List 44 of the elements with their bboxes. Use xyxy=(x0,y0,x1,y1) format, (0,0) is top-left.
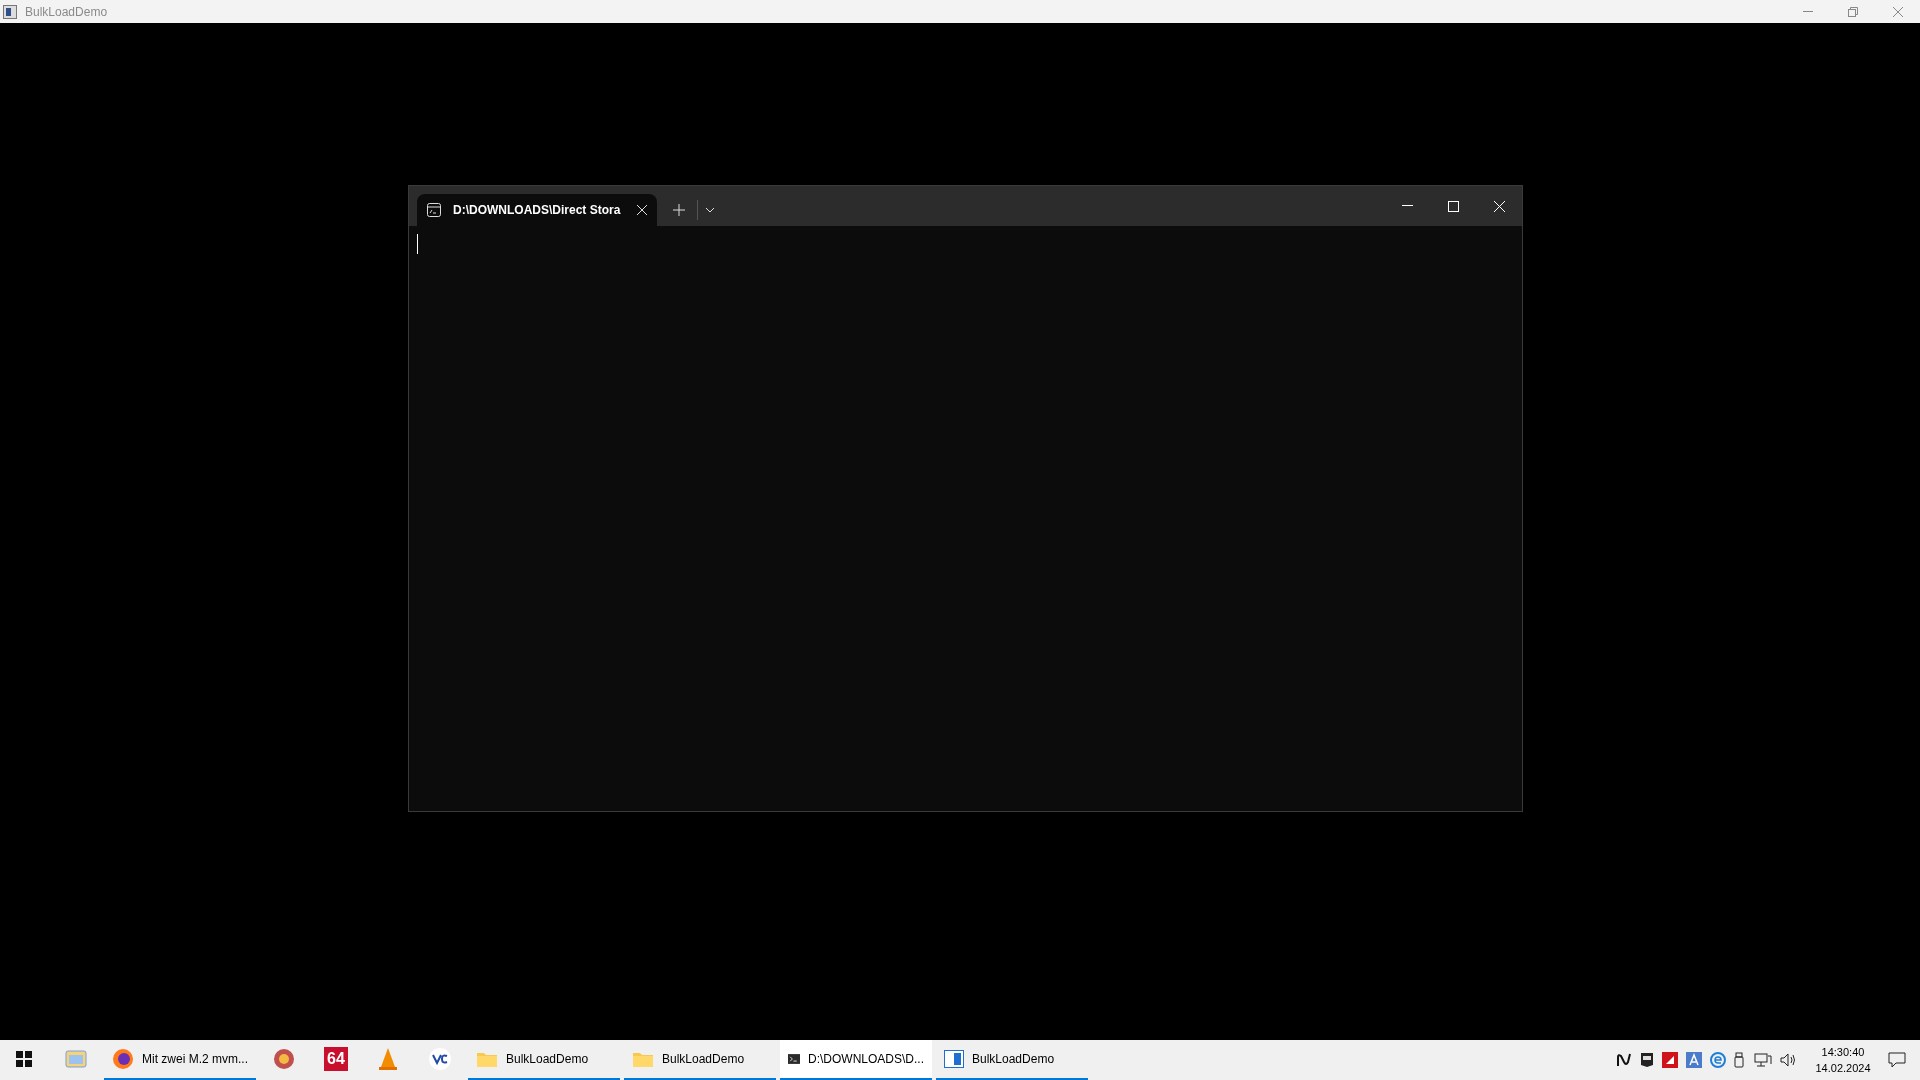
clock-date: 14.02.2024 xyxy=(1815,1061,1871,1076)
app-window-icon xyxy=(3,4,17,19)
windows-logo-icon xyxy=(16,1051,32,1067)
wave-icon[interactable] xyxy=(1616,1052,1632,1068)
letter-a-icon[interactable] xyxy=(1686,1052,1702,1068)
taskbar-button[interactable]: BulkLoadDemo xyxy=(468,1040,620,1080)
plus-icon xyxy=(673,204,685,216)
close-icon xyxy=(1892,6,1903,17)
traffic-cone-icon xyxy=(378,1047,398,1071)
clock-time: 14:30:40 xyxy=(1821,1044,1865,1060)
globe-e-icon[interactable] xyxy=(1710,1052,1726,1068)
app-window-icon xyxy=(944,1050,964,1068)
minimize-icon xyxy=(1401,205,1413,207)
taskbar-label: D:\DOWNLOADS\D... xyxy=(808,1051,924,1068)
minimize-icon xyxy=(1802,10,1813,13)
shield-logo-icon[interactable] xyxy=(1640,1052,1654,1068)
notification-icon[interactable] xyxy=(1888,1052,1906,1068)
taskbar-label: BulkLoadDemo xyxy=(662,1051,745,1068)
taskbar-button[interactable]: D:\DOWNLOADS\D... xyxy=(780,1040,932,1080)
folder-icon xyxy=(632,1050,654,1068)
terminal-icon xyxy=(427,203,441,217)
tab-title: D:\DOWNLOADS\Direct Stora xyxy=(453,202,621,219)
taskbar-button[interactable]: BulkLoadDemo xyxy=(624,1040,776,1080)
network-icon[interactable] xyxy=(1754,1052,1772,1068)
restore-icon xyxy=(1847,6,1858,17)
taskbar-button[interactable]: BulkLoadDemo xyxy=(936,1040,1088,1080)
chevron-down-icon xyxy=(705,207,715,213)
usb-drive-icon[interactable] xyxy=(1734,1052,1746,1068)
window-stack-icon xyxy=(64,1048,88,1070)
taskbar-label: BulkLoadDemo xyxy=(972,1051,1055,1068)
close-icon xyxy=(1493,200,1505,212)
text-cursor xyxy=(417,234,418,254)
maximize-icon xyxy=(1447,200,1459,212)
window-title: BulkLoadDemo xyxy=(25,3,108,21)
taskbar-label: BulkLoadDemo xyxy=(506,1051,589,1068)
taskbar-button[interactable]: Mit zwei M.2 mvm... xyxy=(104,1040,256,1080)
speaker-icon[interactable] xyxy=(1780,1052,1798,1068)
vc-logo-icon xyxy=(428,1047,452,1071)
terminal-tab[interactable]: D:\DOWNLOADS\Direct Stora xyxy=(417,194,657,226)
app-badge-icon: 64 xyxy=(324,1047,348,1071)
folder-icon xyxy=(476,1050,498,1068)
taskbar-button[interactable]: 64 xyxy=(312,1040,360,1080)
taskbar-label: Mit zwei M.2 mvm... xyxy=(142,1051,248,1068)
close-icon[interactable] xyxy=(637,205,647,215)
